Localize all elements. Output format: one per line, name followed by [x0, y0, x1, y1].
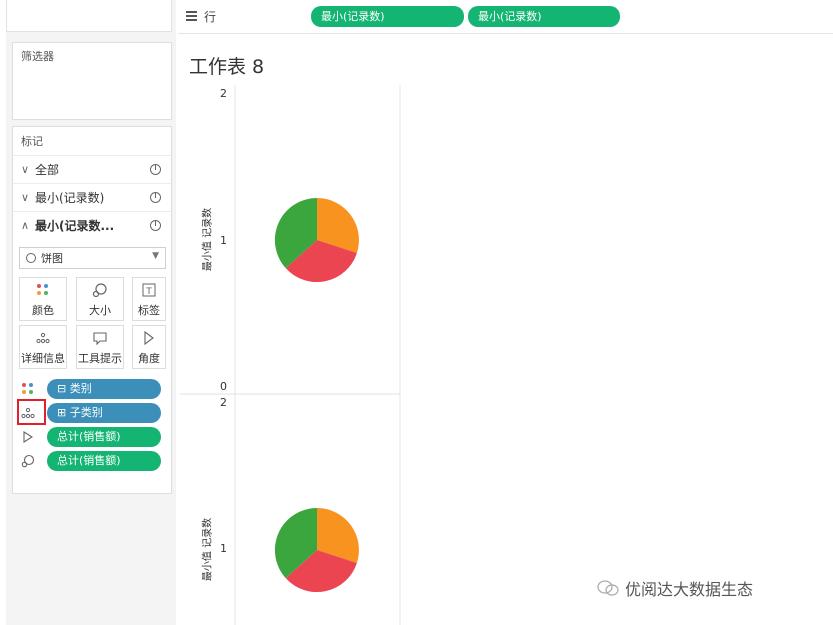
tile-label: 颜色 [32, 304, 54, 317]
mark-type-select[interactable]: 饼图 ▼ [19, 247, 166, 269]
marks-field-category[interactable]: ⊟ 类别 [19, 379, 169, 399]
wechat-icon [597, 580, 619, 596]
pie-icon [150, 164, 161, 175]
marks-field-sales-angle[interactable]: 总计(销售额) [19, 427, 169, 447]
size-icon [77, 278, 123, 302]
axis-title: 最小值 记录数 [202, 517, 214, 582]
left-top-strip [6, 0, 172, 32]
angle-icon [133, 326, 165, 350]
label-tile[interactable]: T 标签 [132, 277, 166, 321]
highlight-box [17, 399, 46, 425]
chevron-down-icon: ∨ [21, 191, 30, 204]
tile-label: 标签 [138, 304, 160, 317]
angle-tile[interactable]: 角度 [132, 325, 166, 369]
angle-icon [19, 429, 37, 445]
label-icon: T [133, 278, 165, 302]
axis-tick-label: 0 [220, 380, 227, 393]
marks-field-sales-size[interactable]: 总计(销售额) [19, 451, 169, 471]
marks-layer-min-records-1[interactable]: ∨ 最小(记录数) [13, 183, 171, 211]
worksheet-title: 工作表 8 [189, 56, 265, 78]
size-tile[interactable]: 大小 [76, 277, 124, 321]
field-pill[interactable]: 总计(销售额) [47, 451, 161, 471]
axis-tick-label: 1 [220, 542, 227, 555]
rows-pill-2[interactable]: 最小(记录数) [468, 6, 620, 27]
field-pill[interactable]: ⊞ 子类别 [47, 403, 161, 423]
axis-tick-label: 2 [220, 396, 227, 409]
filters-title: 筛选器 [21, 50, 54, 63]
pie-icon [150, 192, 161, 203]
tooltip-tile[interactable]: 工具提示 [76, 325, 124, 369]
rows-icon [186, 11, 197, 23]
tile-label: 详细信息 [21, 352, 65, 365]
marks-title: 标记 [21, 135, 43, 148]
rows-shelf-label: 行 [204, 10, 217, 24]
chevron-down-icon: ▼ [152, 251, 159, 261]
tile-label: 角度 [138, 352, 160, 365]
svg-text:T: T [145, 287, 152, 297]
chart-area [180, 85, 401, 625]
tile-label: 工具提示 [78, 352, 122, 365]
pie-chart-top[interactable] [274, 197, 359, 283]
pie-icon [26, 253, 36, 263]
tile-label: 大小 [89, 304, 111, 317]
marks-card: 标记 ∨ 全部 ∨ 最小(记录数) ∧ 最小(记录数... 饼图 ▼ 颜色 大小… [12, 126, 172, 494]
mark-type-value: 饼图 [41, 252, 63, 265]
chevron-up-icon: ∧ [21, 219, 30, 232]
color-dots-icon [19, 381, 37, 397]
color-dots-icon [20, 278, 66, 302]
rows-shelf[interactable]: 行 最小(记录数) 最小(记录数) [178, 0, 833, 34]
marks-layer-min-records-2[interactable]: ∧ 最小(记录数... [13, 211, 171, 239]
axis-tick-label: 1 [220, 234, 227, 247]
axis-title: 最小值 记录数 [202, 207, 214, 272]
watermark: 优阅达大数据生态 [597, 576, 753, 600]
marks-layer-all[interactable]: ∨ 全部 [13, 155, 171, 183]
detail-tile[interactable]: 详细信息 [19, 325, 67, 369]
tooltip-icon [77, 326, 123, 350]
axis-tick-label: 2 [220, 87, 227, 100]
chevron-down-icon: ∨ [21, 163, 30, 176]
pie-chart-bottom[interactable] [274, 507, 359, 593]
pie-icon [150, 220, 161, 231]
detail-icon [20, 326, 66, 350]
field-pill[interactable]: ⊟ 类别 [47, 379, 161, 399]
filters-card[interactable]: 筛选器 [12, 42, 172, 120]
watermark-text: 优阅达大数据生态 [625, 580, 754, 599]
size-icon [19, 453, 37, 469]
field-pill[interactable]: 总计(销售额) [47, 427, 161, 447]
rows-pill-1[interactable]: 最小(记录数) [311, 6, 464, 27]
color-tile[interactable]: 颜色 [19, 277, 67, 321]
